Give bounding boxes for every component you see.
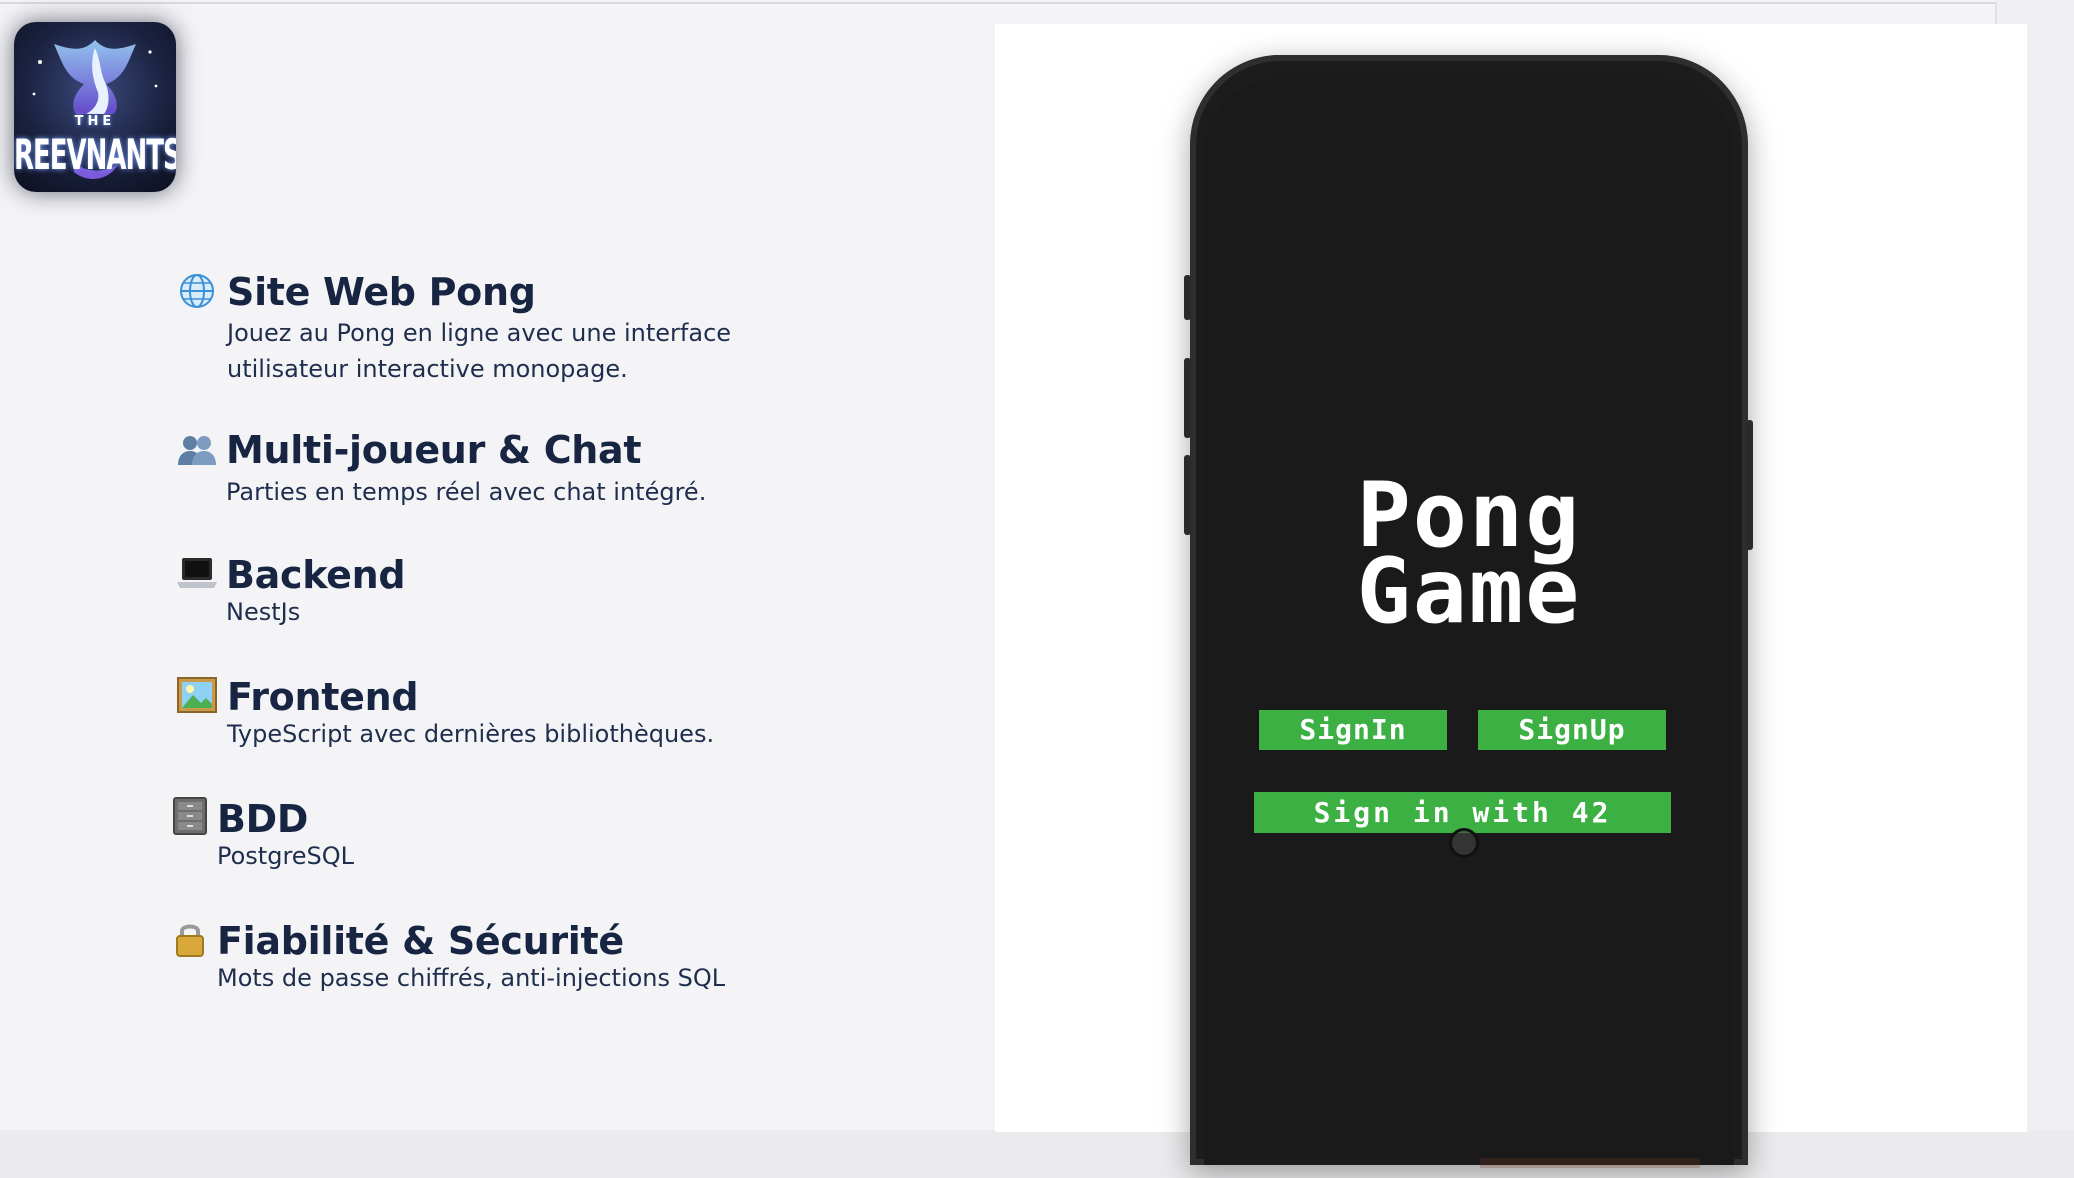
people-icon	[177, 430, 217, 470]
file-cabinet-icon	[170, 796, 210, 836]
feature-description-line: Jouez au Pong en ligne avec une interfac…	[227, 319, 732, 347]
game-title-line: Game	[1356, 539, 1582, 644]
sign-in-with-42-button[interactable]: Sign in with 42	[1254, 792, 1671, 833]
feature-title: BDD	[217, 797, 309, 841]
feature-description: Jouez au Pong en ligne avec une interfac…	[227, 315, 731, 387]
signin-button[interactable]: SignIn	[1259, 710, 1447, 750]
feature-title: Backend	[226, 553, 406, 597]
feature-description-line: NestJs	[226, 598, 301, 626]
feature-description: NestJs	[226, 594, 300, 630]
feature-description-line: Mots de passe chiffrés, anti-injections …	[217, 964, 726, 992]
feature-description-line: Parties en temps réel avec chat intégré.	[226, 478, 707, 506]
feature-title: Fiabilité & Sécurité	[217, 919, 624, 963]
window-bottom-margin	[0, 1130, 2074, 1178]
logo-text-name: REEVNANTS	[14, 132, 176, 180]
feature-description: PostgreSQL	[217, 838, 354, 874]
feature-description-line: utilisateur interactive monopage.	[227, 355, 628, 383]
lock-icon	[170, 919, 210, 959]
feature-description: Parties en temps réel avec chat intégré.	[226, 474, 706, 510]
phone-side-button	[1184, 455, 1191, 535]
game-title: Pong Game	[1204, 471, 1734, 644]
feature-title: Frontend	[227, 675, 419, 719]
logo-text-the: THE	[74, 114, 116, 129]
phone-bottom-shadow	[1480, 1158, 1700, 1168]
feature-description-line: TypeScript avec dernières bibliothèques.	[227, 720, 715, 748]
presentation-stage: THE REEVNANTS Site Web Pong Jouez au Pon…	[0, 0, 2074, 1178]
phone-side-button	[1184, 275, 1191, 320]
feature-description: TypeScript avec dernières bibliothèques.	[227, 716, 714, 752]
team-logo: THE REEVNANTS	[14, 22, 176, 192]
globe-icon	[177, 271, 217, 311]
feature-description-line: PostgreSQL	[217, 842, 355, 870]
phone-side-button	[1746, 420, 1753, 550]
phone-side-button	[1184, 358, 1191, 438]
picture-icon	[177, 675, 217, 715]
feature-title: Multi-joueur & Chat	[226, 428, 642, 472]
signup-button[interactable]: SignUp	[1478, 710, 1666, 750]
feature-title: Site Web Pong	[227, 270, 536, 314]
feature-description: Mots de passe chiffrés, anti-injections …	[217, 960, 725, 996]
laptop-icon	[177, 553, 217, 593]
mouse-cursor-indicator	[1449, 828, 1479, 858]
